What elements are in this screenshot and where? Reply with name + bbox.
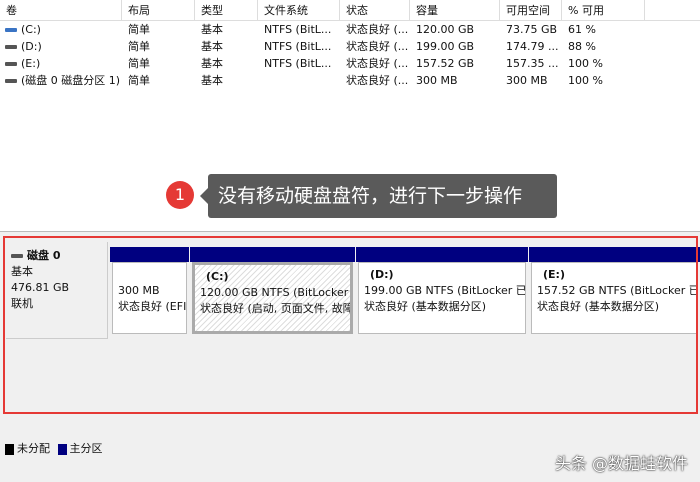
cell-free: 174.79 ... [500,38,562,55]
cell-layout: 简单 [122,55,195,72]
cell-layout: 简单 [122,38,195,55]
col-status[interactable]: 状态 [340,0,410,21]
cell-text: 88 % [568,40,596,53]
cell-vol: (D:) [0,38,122,55]
cell-text: NTFS (BitL... [264,40,332,53]
cell-text: 状态良好 (... [346,74,409,87]
col-volume[interactable]: 卷 [0,0,122,21]
annotation-callout: 没有移动硬盘盘符，进行下一步操作 [200,174,557,218]
cell-pct: 61 % [562,21,645,38]
cell-text: 300 MB [506,74,548,87]
cell-fs [258,72,340,89]
col-percent-free[interactable]: % 可用 [562,0,645,21]
cell-text: 基本 [201,57,223,70]
legend-swatch-unallocated [5,443,14,455]
cell-text: 300 MB [416,74,458,87]
volume-row[interactable]: (D:) 简单 基本 NTFS (BitL... 状态良好 (... 199.00 GB 1… [0,38,700,55]
cell-text: 基本 [201,40,223,53]
col-type[interactable]: 类型 [195,0,258,21]
cell-text: 简单 [128,57,150,70]
cell-vol: (E:) [0,55,122,72]
cell-text: 基本 [201,74,223,87]
cell-text: 简单 [128,40,150,53]
cell-pct: 100 % [562,55,645,72]
cell-free: 73.75 GB [500,21,562,38]
volume-row[interactable]: (E:) 简单 基本 NTFS (BitL... 状态良好 (... 157.52 GB 1… [0,55,700,72]
cell-text: 简单 [128,23,150,36]
cell-text: 状态良好 (... [346,23,409,36]
cell-text: 61 % [568,23,596,36]
legend-unallocated: 未分配 [17,442,50,455]
cell-text: NTFS (BitL... [264,57,332,70]
cell-text: (磁盘 0 磁盘分区 1) [21,74,121,87]
drive-icon [5,79,17,83]
legend: 未分配 主分区 [5,442,103,456]
column-headers: 卷 布局 类型 文件系统 状态 容量 可用空间 % 可用 [0,0,700,21]
cell-text: (E:) [21,57,41,70]
cell-vol: (C:) [0,21,122,38]
cell-free: 300 MB [500,72,562,89]
cell-status: 状态良好 (... [340,21,410,38]
cell-type: 基本 [195,21,258,38]
cell-text: 基本 [201,23,223,36]
col-layout[interactable]: 布局 [122,0,195,21]
cell-vol: (磁盘 0 磁盘分区 1) [0,72,122,89]
cell-type: 基本 [195,38,258,55]
cell-text: 100 % [568,74,603,87]
cell-fs: NTFS (BitL... [258,38,340,55]
cell-pct: 88 % [562,38,645,55]
drive-icon [5,62,17,66]
step-badge: 1 [166,181,194,209]
cell-layout: 简单 [122,21,195,38]
col-capacity[interactable]: 容量 [410,0,500,21]
col-free[interactable]: 可用空间 [500,0,562,21]
drive-icon [5,45,17,49]
cell-text: (D:) [21,40,42,53]
cell-text: 174.79 ... [506,40,559,53]
cell-fs: NTFS (BitL... [258,55,340,72]
volume-row[interactable]: (磁盘 0 磁盘分区 1) 简单 基本 状态良好 (... 300 MB 300 MB 10… [0,72,700,89]
legend-swatch-primary [57,443,67,455]
cell-cap: 157.52 GB [410,55,500,72]
cell-text: 120.00 GB [416,23,475,36]
cell-layout: 简单 [122,72,195,89]
cell-text: 157.35 ... [506,57,559,70]
cell-text: 100 % [568,57,603,70]
cell-status: 状态良好 (... [340,72,410,89]
cell-pct: 100 % [562,72,645,89]
cell-text: 157.52 GB [416,57,475,70]
cell-type: 基本 [195,72,258,89]
drive-icon [5,28,17,32]
cell-text: 状态良好 (... [346,40,409,53]
legend-primary: 主分区 [69,442,103,455]
cell-text: 状态良好 (... [346,57,409,70]
cell-status: 状态良好 (... [340,38,410,55]
cell-text: 简单 [128,74,150,87]
cell-cap: 199.00 GB [410,38,500,55]
volume-row[interactable]: (C:) 简单 基本 NTFS (BitL... 状态良好 (... 120.00 GB 7… [0,21,700,38]
cell-type: 基本 [195,55,258,72]
cell-text: 73.75 GB [506,23,558,36]
cell-status: 状态良好 (... [340,55,410,72]
cell-fs: NTFS (BitL... [258,21,340,38]
cell-free: 157.35 ... [500,55,562,72]
cell-cap: 300 MB [410,72,500,89]
cell-text: 199.00 GB [416,40,475,53]
cell-text: NTFS (BitL... [264,23,332,36]
highlight-box [3,236,698,414]
cell-cap: 120.00 GB [410,21,500,38]
col-filesystem[interactable]: 文件系统 [258,0,340,21]
cell-text: (C:) [21,23,41,36]
watermark: 头条 @数据蛙软件 [554,454,688,473]
